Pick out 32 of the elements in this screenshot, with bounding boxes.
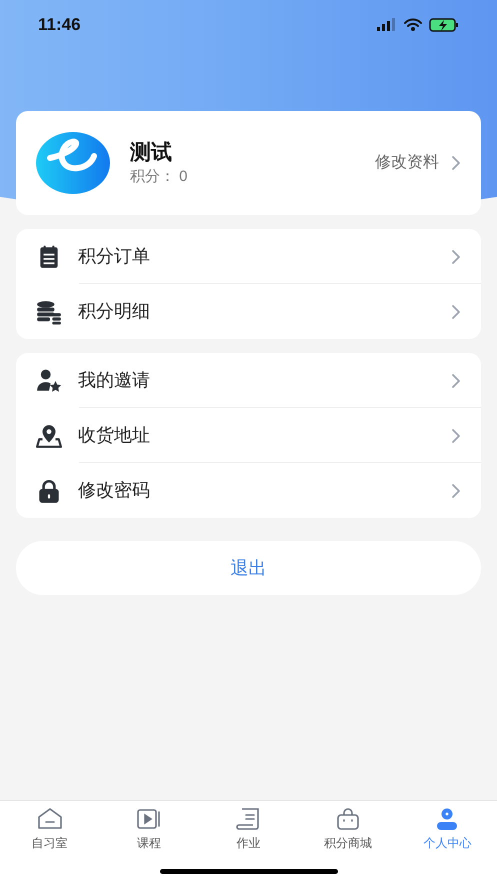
coins-stack-icon <box>36 298 62 324</box>
tab-item[interactable]: 个人中心 <box>398 807 497 852</box>
chevron-right-icon <box>451 155 461 171</box>
chevron-right-icon <box>451 482 461 498</box>
chevron-right-icon <box>451 248 461 264</box>
menu-label: 积分订单 <box>78 245 151 268</box>
chevron-right-icon <box>451 428 461 444</box>
menu-item[interactable]: 收货地址 <box>16 408 481 463</box>
menu-item[interactable]: 积分明细 <box>16 284 481 339</box>
chevron-right-icon <box>451 304 461 320</box>
menu-label: 收货地址 <box>78 424 151 447</box>
menu-item[interactable]: 修改密码 <box>16 463 481 518</box>
app-logo-icon <box>36 132 110 194</box>
status-indicators-icon <box>377 17 459 33</box>
edit-profile-link[interactable]: 修改资料 <box>375 151 461 175</box>
tab-item[interactable]: 自习室 <box>0 807 100 852</box>
location-pin-icon <box>36 422 62 448</box>
tab-item[interactable]: 作业 <box>198 807 298 852</box>
menu-label: 我的邀请 <box>78 369 151 392</box>
points-text: 积分： 0 <box>130 167 189 187</box>
tab-item[interactable]: 积分商城 <box>298 807 398 852</box>
user-star-icon <box>36 368 62 394</box>
house-icon <box>36 807 64 831</box>
menu-label: 修改密码 <box>78 479 151 502</box>
tab-item[interactable]: 课程 <box>99 807 199 852</box>
user-name: 测试 <box>130 140 173 166</box>
menu-item[interactable]: 积分订单 <box>16 229 481 284</box>
logout-button[interactable]: 退出 <box>16 541 481 595</box>
status-time: 11:46 <box>38 14 81 36</box>
menu-label: 积分明细 <box>78 300 151 323</box>
chevron-right-icon <box>451 372 461 388</box>
menu-item[interactable]: 我的邀请 <box>16 353 481 408</box>
